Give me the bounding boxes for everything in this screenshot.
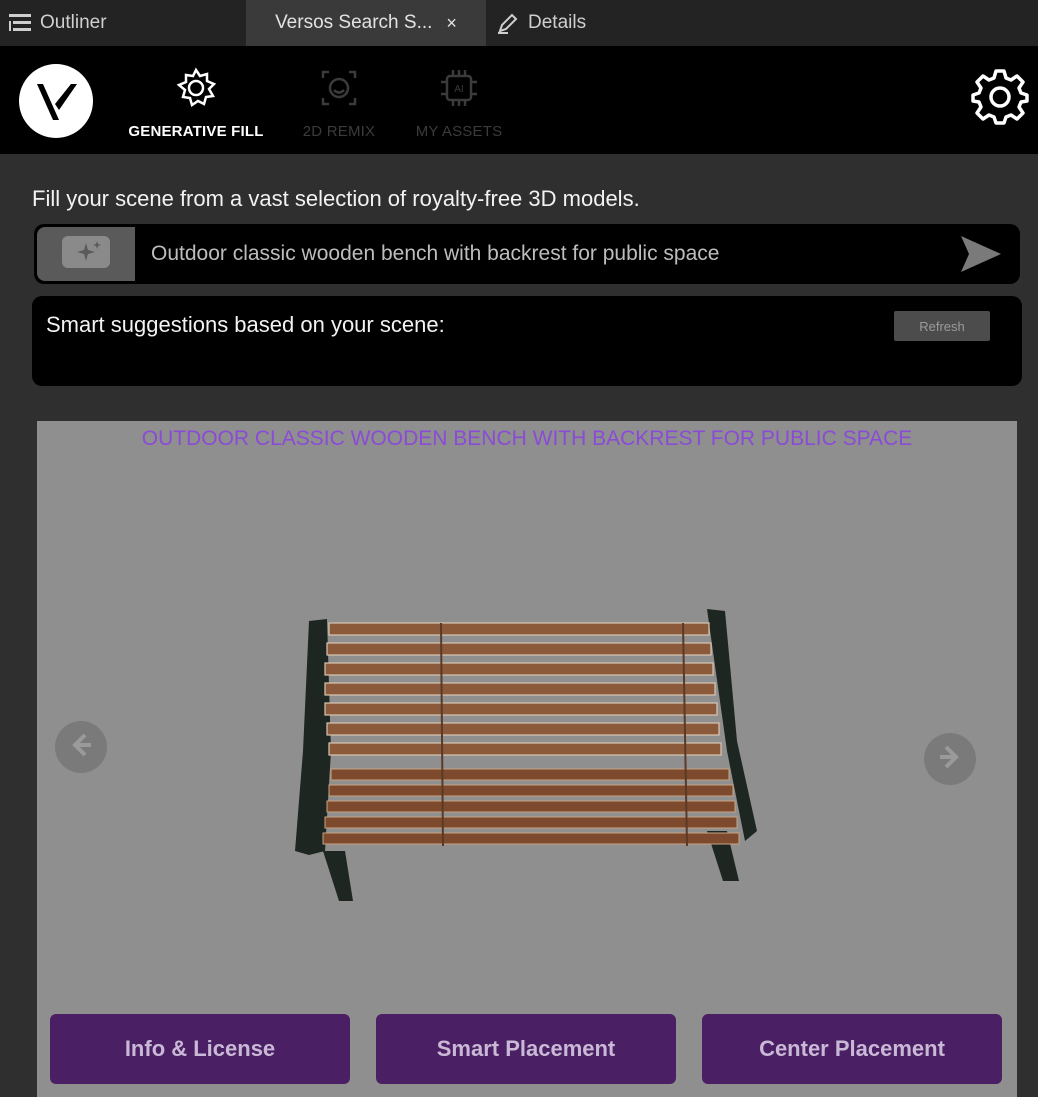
tab-generative-fill[interactable]: GENERATIVE FILL — [121, 66, 271, 140]
gear-flower-icon — [174, 66, 218, 115]
image-search-button[interactable] — [37, 227, 135, 281]
model-preview: OUTDOOR CLASSIC WOODEN BENCH WITH BACKRE… — [37, 421, 1017, 1097]
tab-my-assets-label: MY ASSETS — [415, 123, 503, 140]
bench-model-image — [287, 601, 777, 916]
close-icon[interactable]: × — [446, 13, 457, 34]
remix-icon — [317, 66, 361, 115]
model-title: OUTDOOR CLASSIC WOODEN BENCH WITH BACKRE… — [141, 427, 913, 450]
tab-my-assets[interactable]: AI MY ASSETS — [384, 66, 534, 140]
tab-versos-search-label: Versos Search S... — [275, 12, 433, 33]
search-bar: Outdoor classic wooden bench with backre… — [34, 224, 1020, 284]
next-button[interactable] — [924, 733, 976, 785]
svg-text:AI: AI — [454, 84, 463, 95]
center-placement-button[interactable]: Center Placement — [702, 1014, 1002, 1084]
tab-details[interactable]: Details — [496, 0, 586, 46]
tab-versos-search[interactable]: Versos Search S... × — [246, 0, 486, 46]
send-icon[interactable] — [956, 229, 1006, 279]
refresh-button[interactable]: Refresh — [894, 311, 990, 341]
action-buttons: Info & License Smart Placement Center Pl… — [50, 1014, 1004, 1084]
list-icon — [8, 12, 32, 34]
info-license-button[interactable]: Info & License — [50, 1014, 350, 1084]
smart-suggestions-title: Smart suggestions based on your scene: — [46, 312, 445, 337]
versos-logo — [19, 64, 93, 138]
search-input[interactable]: Outdoor classic wooden bench with backre… — [151, 242, 956, 266]
smart-placement-button[interactable]: Smart Placement — [376, 1014, 676, 1084]
tab-details-label: Details — [528, 12, 587, 33]
tab-generative-fill-label: GENERATIVE FILL — [128, 123, 264, 140]
gear-icon — [971, 67, 1029, 130]
image-sparkle-icon — [61, 235, 111, 274]
tab-2d-remix-label: 2D REMIX — [302, 123, 376, 140]
tab-outliner-label: Outliner — [40, 12, 107, 33]
settings-button[interactable] — [970, 68, 1030, 128]
tagline: Fill your scene from a vast selection of… — [32, 186, 640, 211]
arrow-right-icon — [936, 743, 964, 776]
ai-chip-icon: AI — [437, 66, 481, 115]
smart-suggestions-panel: Smart suggestions based on your scene: R… — [32, 296, 1022, 386]
previous-button[interactable] — [55, 721, 107, 773]
editor-tab-strip: Outliner Versos Search S... × Details — [0, 0, 1038, 46]
arrow-left-icon — [67, 731, 95, 764]
pencil-icon — [496, 11, 520, 35]
tab-outliner[interactable]: Outliner — [8, 0, 107, 46]
plugin-header: GENERATIVE FILL 2D REMIX AI MY ASSETS — [0, 46, 1038, 154]
